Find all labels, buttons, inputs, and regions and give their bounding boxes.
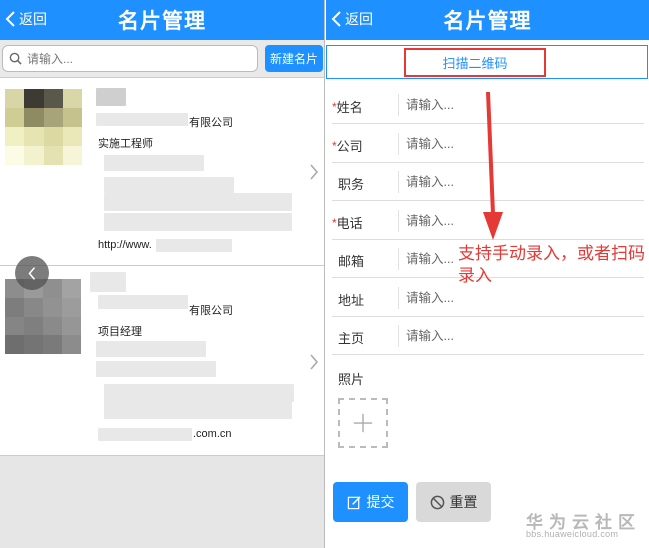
search-icon [9, 52, 22, 65]
block-icon [430, 495, 444, 509]
card-photo [5, 279, 81, 354]
page-title: 名片管理 [443, 10, 532, 33]
field-label: 邮箱 [332, 251, 394, 270]
field-label-text: 公司 [336, 138, 363, 154]
redacted-address [104, 401, 292, 419]
form-row: 主页 [332, 317, 644, 355]
card-website: http://www. [98, 239, 152, 251]
card-company-suffix: 有限公司 [189, 305, 233, 317]
field-label-text: 电话 [336, 215, 363, 231]
submit-label: 提交 [366, 494, 395, 510]
page-title: 名片管理 [118, 10, 206, 33]
new-card-screen: 返回 名片管理 扫描二维码 *姓名*公司职务*电话邮箱地址主页 照片 提交 重置… [326, 0, 649, 548]
reset-button[interactable]: 重置 [416, 482, 491, 522]
field-label: *姓名 [332, 97, 394, 116]
required-mark: * [332, 215, 337, 230]
redacted-name [90, 272, 126, 292]
photo-label: 照片 [338, 372, 365, 387]
field-input[interactable] [406, 172, 636, 192]
watermark-url: bbs.huaweicloud.com [526, 529, 619, 539]
redacted-website [156, 239, 232, 252]
field-label-text: 地址 [338, 292, 365, 308]
field-label-text: 姓名 [336, 100, 363, 115]
annotation-text: 支持手动录入，或者扫码录入 [458, 244, 645, 286]
card-item[interactable]: 有限公司 实施工程师 http://www. [0, 79, 324, 266]
field-label-text: 职务 [338, 177, 365, 192]
header-bar: 返回 名片管理 [326, 0, 649, 40]
redacted-name [96, 88, 126, 106]
header-bar: 返回 名片管理 [0, 0, 324, 40]
card-list-screen: 返回 名片管理 新建名片 有限公司 实施工程师 http://www. [0, 0, 325, 548]
redacted-website [98, 428, 192, 441]
field-input[interactable] [406, 287, 636, 308]
field-input[interactable] [406, 210, 636, 231]
redacted-company [96, 113, 188, 126]
card-job-title: 项目经理 [98, 326, 142, 338]
field-input[interactable] [406, 95, 636, 115]
search-box[interactable] [2, 45, 258, 72]
card-item[interactable]: 有限公司 项目经理 .com.cn [0, 267, 324, 456]
float-back-button[interactable] [15, 256, 49, 290]
chevron-right-icon [310, 164, 319, 180]
search-bar: 新建名片 [0, 40, 324, 78]
redacted-company [98, 295, 188, 309]
reset-label: 重置 [449, 494, 478, 510]
redacted-email [104, 193, 292, 211]
field-label-text: 邮箱 [338, 254, 365, 269]
chevron-right-icon [310, 354, 319, 370]
field-label: *公司 [332, 136, 394, 155]
redacted-phone [104, 177, 234, 193]
redacted-email [104, 384, 294, 402]
field-label: 地址 [332, 290, 394, 309]
field-label: 职务 [332, 174, 394, 193]
field-input[interactable] [406, 326, 636, 346]
redacted-phone [96, 341, 206, 357]
field-label: *电话 [332, 213, 394, 232]
redacted-address [104, 213, 292, 231]
new-card-button[interactable]: 新建名片 [265, 45, 323, 72]
search-input[interactable] [27, 51, 227, 66]
card-company-suffix: 有限公司 [189, 117, 233, 129]
scan-qr-button[interactable]: 扫描二维码 [404, 48, 546, 77]
field-label: 主页 [332, 328, 394, 347]
card-job-title: 实施工程师 [98, 138, 153, 150]
required-mark: * [332, 100, 337, 114]
add-photo-button[interactable] [338, 398, 388, 448]
chevron-left-icon [28, 266, 36, 280]
required-mark: * [332, 138, 337, 153]
plus-icon [353, 413, 373, 433]
submit-button[interactable]: 提交 [333, 482, 408, 522]
list-empty-area [0, 456, 324, 548]
field-label-text: 主页 [338, 331, 365, 346]
annotation-arrow [483, 92, 503, 240]
redacted-phone [96, 361, 216, 377]
card-website: .com.cn [193, 428, 232, 440]
scan-row: 扫描二维码 [326, 45, 648, 79]
field-input[interactable] [406, 133, 636, 154]
card-photo [5, 89, 82, 165]
redacted-phone [104, 155, 204, 171]
edit-icon [347, 495, 361, 509]
